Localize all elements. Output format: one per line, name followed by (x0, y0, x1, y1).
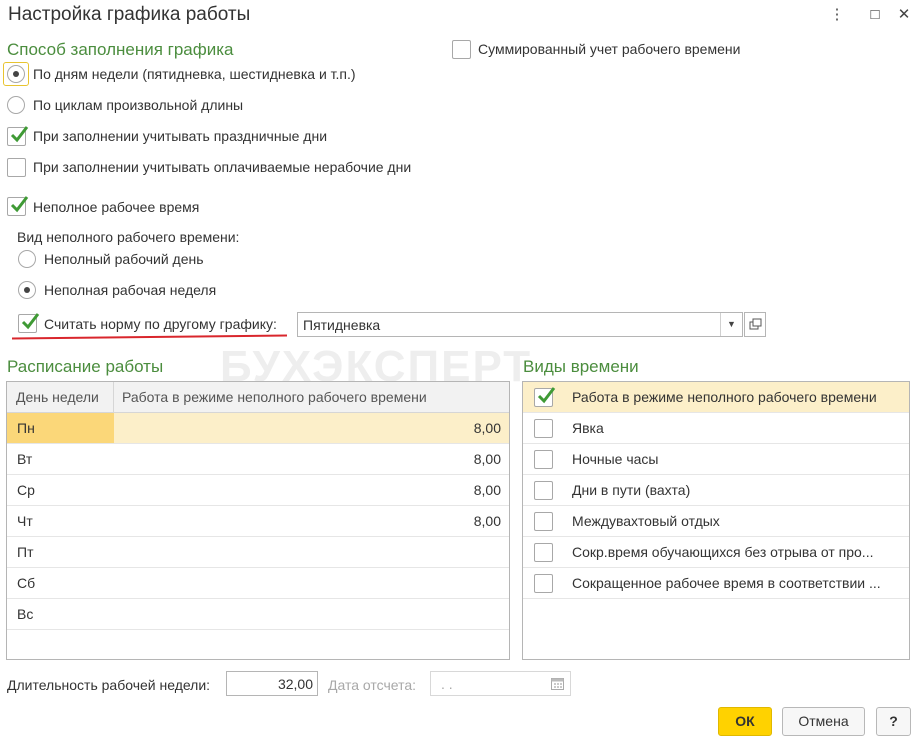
cell-value[interactable]: 8,00 (114, 475, 509, 505)
table-header: День недели Работа в режиме неполного ра… (7, 382, 509, 413)
cell-day: Пт (17, 544, 34, 560)
checkmark-icon (10, 126, 29, 143)
ok-button[interactable]: ОК (718, 707, 772, 736)
checkmark-icon (21, 313, 40, 330)
list-item-label: Работа в режиме неполного рабочего време… (572, 389, 877, 405)
list-item[interactable]: Дни в пути (вахта) (523, 475, 909, 506)
cell-day: Ср (17, 482, 35, 498)
radio-by-weekdays-label[interactable]: По дням недели (пятидневка, шестидневка … (33, 66, 356, 82)
column-header-part-time[interactable]: Работа в режиме неполного рабочего време… (122, 389, 427, 405)
radio-by-cycles-label[interactable]: По циклам произвольной длины (33, 97, 243, 113)
list-item-checkbox[interactable] (534, 574, 553, 593)
checkmark-icon (10, 196, 29, 213)
list-item[interactable]: Работа в режиме неполного рабочего време… (523, 382, 909, 413)
open-form-button[interactable] (744, 312, 766, 337)
list-item[interactable]: Междувахтовый отдых (523, 506, 909, 537)
cell-day: Чт (17, 513, 33, 529)
radio-part-time-day-label[interactable]: Неполный рабочий день (44, 251, 204, 267)
cell-day: Пн (7, 413, 114, 443)
week-length-value: 32,00 (277, 676, 313, 692)
list-item-label: Сокращенное рабочее время в соответствии… (572, 575, 881, 591)
radio-part-time-week[interactable] (18, 281, 36, 299)
list-item-label: Явка (572, 420, 604, 436)
checkbox-norm-other-schedule[interactable] (18, 313, 40, 333)
list-item-checkbox[interactable] (534, 419, 553, 438)
list-item-checkbox[interactable] (534, 512, 553, 531)
list-item-checkbox[interactable] (534, 481, 553, 500)
checkbox-summary-accounting[interactable] (452, 40, 471, 59)
column-divider (113, 382, 114, 413)
cell-value[interactable] (114, 537, 509, 567)
week-length-input[interactable]: 32,00 (226, 671, 318, 696)
checkbox-paid-nonworking[interactable] (7, 158, 26, 177)
list-item-label: Междувахтовый отдых (572, 513, 720, 529)
chevron-down-icon[interactable]: ▼ (720, 313, 742, 336)
radio-by-cycles[interactable] (7, 96, 25, 114)
cell-value[interactable]: 8,00 (114, 506, 509, 536)
cancel-button[interactable]: Отмена (782, 707, 865, 736)
list-item-checkbox[interactable] (534, 387, 556, 407)
table-row[interactable]: Пн 8,00 (7, 413, 509, 444)
checkbox-holidays-label[interactable]: При заполнении учитывать праздничные дни (33, 128, 327, 144)
checkbox-norm-other-schedule-label[interactable]: Считать норму по другому графику: (44, 316, 277, 332)
table-row[interactable]: Чт 8,00 (7, 506, 509, 537)
week-length-label: Длительность рабочей недели: (7, 677, 211, 693)
checkbox-part-time[interactable] (7, 196, 29, 216)
open-window-icon (749, 318, 762, 330)
date-start-value: . . (441, 676, 453, 692)
table-row[interactable]: Вс (7, 599, 509, 630)
list-item[interactable]: Явка (523, 413, 909, 444)
checkbox-paid-nonworking-label[interactable]: При заполнении учитывать оплачиваемые не… (33, 159, 411, 175)
red-underline-annotation (11, 334, 288, 340)
checkbox-holidays[interactable] (7, 126, 29, 146)
cell-value[interactable] (114, 568, 509, 598)
schedule-header: Расписание работы (7, 357, 164, 376)
list-item-checkbox[interactable] (534, 543, 553, 562)
part-time-kind-label: Вид неполного рабочего времени: (17, 229, 240, 245)
checkbox-part-time-label[interactable]: Неполное рабочее время (33, 199, 199, 215)
schedule-table: День недели Работа в режиме неполного ра… (6, 381, 510, 660)
time-types-header: Виды времени (523, 357, 639, 376)
checkbox-summary-accounting-label[interactable]: Суммированный учет рабочего времени (478, 41, 740, 57)
cell-value[interactable]: 8,00 (114, 413, 509, 443)
fill-method-header: Способ заполнения графика (7, 40, 234, 59)
date-start-label: Дата отсчета: (328, 677, 417, 693)
date-start-input[interactable]: . . (430, 671, 571, 696)
close-icon[interactable]: ✕ (893, 4, 915, 26)
list-item-label: Ночные часы (572, 451, 659, 467)
cell-day: Вт (17, 451, 33, 467)
cell-day: Вс (17, 606, 34, 622)
table-row[interactable]: Ср 8,00 (7, 475, 509, 506)
table-row[interactable]: Пт (7, 537, 509, 568)
cell-value[interactable] (114, 599, 509, 629)
help-button[interactable]: ? (876, 707, 911, 736)
time-types-list: Работа в режиме неполного рабочего време… (522, 381, 910, 660)
radio-by-weekdays[interactable] (7, 65, 25, 83)
cell-value[interactable]: 8,00 (114, 444, 509, 474)
radio-part-time-day[interactable] (18, 250, 36, 268)
checkmark-icon (537, 387, 556, 404)
norm-schedule-value: Пятидневка (303, 317, 381, 333)
table-row[interactable]: Вт 8,00 (7, 444, 509, 475)
list-item-label: Дни в пути (вахта) (572, 482, 691, 498)
maximize-icon[interactable]: □ (864, 4, 886, 26)
more-menu-icon[interactable]: ⋮ (826, 4, 848, 26)
list-item[interactable]: Ночные часы (523, 444, 909, 475)
norm-schedule-select[interactable]: Пятидневка ▼ (297, 312, 743, 337)
cell-day: Сб (17, 575, 36, 591)
list-item[interactable]: Сокр.время обучающихся без отрыва от про… (523, 537, 909, 568)
list-item-checkbox[interactable] (534, 450, 553, 469)
list-item[interactable]: Сокращенное рабочее время в соответствии… (523, 568, 909, 599)
radio-part-time-week-label[interactable]: Неполная рабочая неделя (44, 282, 216, 298)
list-item-label: Сокр.время обучающихся без отрыва от про… (572, 544, 874, 560)
window-title: Настройка графика работы (8, 4, 251, 25)
table-row[interactable]: Сб (7, 568, 509, 599)
calendar-icon[interactable] (551, 677, 564, 690)
column-header-day[interactable]: День недели (16, 389, 99, 405)
